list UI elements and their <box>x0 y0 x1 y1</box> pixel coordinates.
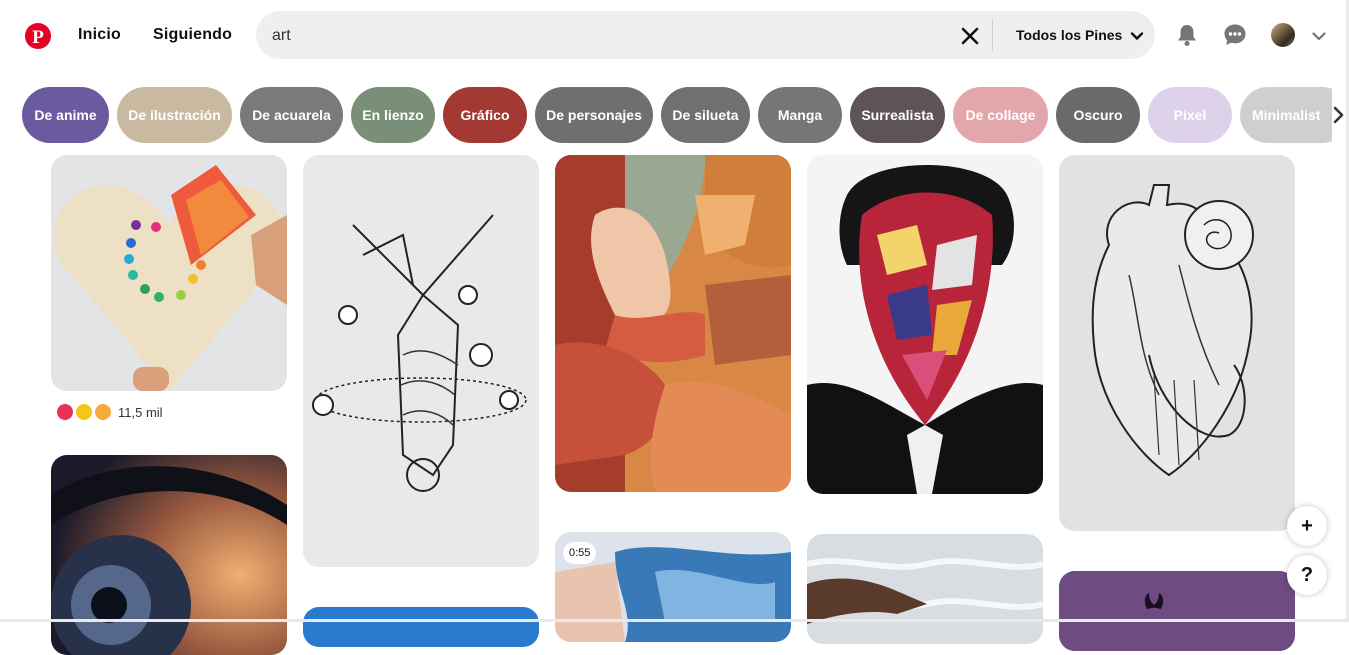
category-chips-bar: De anime De ilustración De acuarela En l… <box>22 87 1332 143</box>
chip-grafico[interactable]: Gráfico <box>443 87 527 143</box>
pin-image <box>51 455 287 655</box>
chip-oscuro[interactable]: Oscuro <box>1056 87 1140 143</box>
pin-heart-palette[interactable] <box>51 155 287 391</box>
pin-filter-label: Todos los Pines <box>1016 27 1123 43</box>
pin-purple-demon[interactable] <box>1059 571 1295 651</box>
avatar[interactable] <box>1271 23 1295 47</box>
pin-image <box>1059 571 1295 651</box>
pin-filter-dropdown[interactable]: Todos los Pines <box>1016 11 1144 59</box>
chip-pixel[interactable]: Pixel <box>1148 87 1232 143</box>
chip-de-silueta[interactable]: De silueta <box>661 87 750 143</box>
heart-reaction-icon <box>57 404 73 420</box>
pin-hands-water[interactable] <box>807 534 1043 644</box>
pin-painted-face-portrait[interactable] <box>807 155 1043 494</box>
pin-reactions: 11,5 mil <box>57 402 163 422</box>
pin-eye-closeup[interactable] <box>51 455 287 655</box>
pinterest-logo-icon[interactable]: P <box>25 23 51 49</box>
nav-home-link[interactable]: Inicio <box>78 26 121 44</box>
pin-blue-sky[interactable] <box>303 607 539 647</box>
chat-icon[interactable] <box>1222 22 1248 48</box>
nav-following-link[interactable]: Siguiendo <box>153 26 232 44</box>
pin-image <box>51 155 287 391</box>
pin-image <box>1059 155 1295 531</box>
chevron-down-icon <box>1131 32 1144 40</box>
chip-manga[interactable]: Manga <box>758 87 842 143</box>
pin-image <box>807 534 1043 644</box>
chip-surrealista[interactable]: Surrealista <box>850 87 945 143</box>
pin-hands-sketch[interactable] <box>303 155 539 567</box>
pin-image <box>303 155 539 567</box>
bell-icon[interactable] <box>1174 22 1200 48</box>
chip-de-ilustracion[interactable]: De ilustración <box>117 87 232 143</box>
help-button[interactable]: ? <box>1287 555 1327 595</box>
chip-de-collage[interactable]: De collage <box>953 87 1048 143</box>
search-bar: Todos los Pines <box>256 11 1155 61</box>
video-duration-badge: 0:55 <box>563 542 597 564</box>
account-chevron-down-icon[interactable] <box>1310 27 1328 45</box>
pin-image <box>807 155 1043 494</box>
search-divider <box>992 19 993 51</box>
chip-de-personajes[interactable]: De personajes <box>535 87 653 143</box>
chip-en-lienzo[interactable]: En lienzo <box>351 87 435 143</box>
close-icon[interactable] <box>959 25 981 47</box>
chip-de-acuarela[interactable]: De acuarela <box>240 87 343 143</box>
smile-reaction-icon <box>76 404 92 420</box>
top-header: P Inicio Siguiendo Todos los Pines <box>0 0 1349 72</box>
pin-image <box>555 155 791 492</box>
search-input[interactable] <box>270 11 954 61</box>
chip-minimalist[interactable]: Minimalist <box>1240 87 1332 143</box>
reactions-count: 11,5 mil <box>118 404 163 420</box>
svg-text:P: P <box>32 27 44 48</box>
pin-abstract-faces[interactable] <box>555 155 791 492</box>
pin-heart-rose-sketch[interactable] <box>1059 155 1295 531</box>
add-button[interactable]: + <box>1287 506 1327 546</box>
wow-reaction-icon <box>95 404 111 420</box>
chip-de-anime[interactable]: De anime <box>22 87 109 143</box>
